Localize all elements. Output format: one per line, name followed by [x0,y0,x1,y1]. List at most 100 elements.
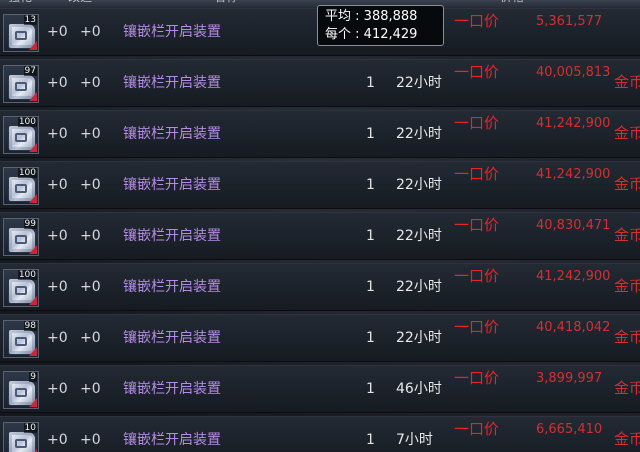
enhance-level: +0 [47,279,68,295]
list-item[interactable]: 100 +0 +0 镶嵌栏开启装置 1 22小时 一口价 41,242,900 … [0,263,640,311]
time-remaining: 22小时 [396,330,442,346]
price-value: 41,242,900 [536,116,611,131]
item-name: 镶嵌栏开启装置 [123,177,221,193]
modify-level: +0 [80,75,101,91]
time-remaining: 22小时 [396,75,442,91]
item-count: 1 [366,177,375,193]
item-quantity: 10 [23,423,37,433]
modify-level: +0 [80,432,101,448]
item-quantity: 100 [17,270,37,280]
price-type: 一口价 [454,165,500,183]
socket-mark-icon [15,286,27,295]
item-quantity: 97 [23,66,37,76]
list-item[interactable]: 9 +0 +0 镶嵌栏开启装置 1 46小时 一口价 3,899,997 金币 [0,365,640,413]
list-item[interactable]: 98 +0 +0 镶嵌栏开启装置 1 22小时 一口价 40,418,042 金… [0,314,640,362]
item-name: 镶嵌栏开启装置 [123,432,221,448]
price-type: 一口价 [454,369,500,387]
price-value: 41,242,900 [536,167,611,182]
item-icon-slot[interactable]: 98 [3,320,39,358]
modify-level: +0 [80,330,101,346]
price-type: 一口价 [454,267,500,285]
enhance-level: +0 [47,432,68,448]
price-value: 3,899,997 [536,371,603,386]
enhance-level: +0 [47,177,68,193]
item-name: 镶嵌栏开启装置 [123,75,221,91]
list-item[interactable]: 100 +0 +0 镶嵌栏开启装置 1 22小时 一口价 41,242,900 … [0,161,640,209]
time-remaining: 7小时 [396,432,433,448]
currency-label: 金币 [614,175,640,193]
price-type: 一口价 [454,114,500,132]
item-count: 1 [366,279,375,295]
time-remaining: 46小时 [396,381,442,397]
tooltip-each-value: 412,429 [363,27,418,42]
time-remaining: 22小时 [396,228,442,244]
time-remaining: 22小时 [396,279,442,295]
enhance-level: +0 [47,126,68,142]
item-name: 镶嵌栏开启装置 [123,126,221,142]
price-value: 5,361,577 [536,14,603,29]
currency-label: 金币 [614,328,640,346]
list-item[interactable]: 10 +0 +0 镶嵌栏开启装置 1 7小时 一口价 6,665,410 金币 [0,416,640,452]
price-value: 40,830,471 [536,218,611,233]
list-item[interactable]: 100 +0 +0 镶嵌栏开启装置 1 22小时 一口价 41,242,900 … [0,110,640,158]
item-icon-slot[interactable]: 100 [3,167,39,205]
tooltip-each-label: 每个 [325,27,352,42]
tooltip-average-label: 平均 [325,9,352,24]
modify-level: +0 [80,381,101,397]
price-type: 一口价 [454,318,500,336]
item-name: 镶嵌栏开启装置 [123,279,221,295]
item-quantity: 98 [23,321,37,331]
item-icon-slot[interactable]: 13 [3,14,39,52]
item-quantity: 9 [29,372,37,382]
currency-label: 金币 [614,226,640,244]
item-icon-slot[interactable]: 97 [3,65,39,103]
item-quantity: 100 [17,117,37,127]
item-name: 镶嵌栏开启装置 [123,228,221,244]
modify-level: +0 [80,126,101,142]
enhance-level: +0 [47,330,68,346]
socket-mark-icon [15,82,27,91]
item-name: 镶嵌栏开启装置 [123,24,221,40]
currency-label: 金币 [614,73,640,91]
price-type: 一口价 [454,216,500,234]
socket-mark-icon [15,388,27,397]
socket-mark-icon [15,133,27,142]
item-count: 1 [366,75,375,91]
socket-mark-icon [15,337,27,346]
item-icon-slot[interactable]: 100 [3,269,39,307]
item-count: 1 [366,228,375,244]
price-type: 一口价 [454,420,500,438]
socket-mark-icon [15,31,27,40]
item-icon-slot[interactable]: 10 [3,422,39,452]
price-type: 一口价 [454,63,500,81]
socket-mark-icon [15,439,27,448]
modify-level: +0 [80,177,101,193]
socket-mark-icon [15,235,27,244]
list-item[interactable]: 97 +0 +0 镶嵌栏开启装置 1 22小时 一口价 40,005,813 金… [0,59,640,107]
list-item[interactable]: 99 +0 +0 镶嵌栏开启装置 1 22小时 一口价 40,830,471 金… [0,212,640,260]
item-name: 镶嵌栏开启装置 [123,330,221,346]
price-tooltip: 平均 : 388,888 每个 : 412,429 [317,5,444,46]
enhance-level: +0 [47,75,68,91]
currency-label: 金币 [614,124,640,142]
modify-level: +0 [80,228,101,244]
time-remaining: 22小时 [396,126,442,142]
price-value: 40,418,042 [536,320,611,335]
tooltip-average-value: 388,888 [363,9,418,24]
price-value: 6,665,410 [536,422,603,437]
item-icon-slot[interactable]: 99 [3,218,39,256]
currency-label: 金币 [614,430,640,448]
tooltip-each-line: 每个 : 412,429 [325,27,418,42]
auction-list-window: 强化 改造 名称 价格 13 +0 +0 镶嵌栏开启装置 一口价 5,361,5… [0,0,640,452]
price-value: 40,005,813 [536,65,611,80]
item-count: 1 [366,126,375,142]
modify-level: +0 [80,279,101,295]
enhance-level: +0 [47,228,68,244]
item-icon-slot[interactable]: 9 [3,371,39,409]
item-icon-slot[interactable]: 100 [3,116,39,154]
item-count: 1 [366,330,375,346]
item-name: 镶嵌栏开启装置 [123,381,221,397]
item-quantity: 100 [17,168,37,178]
time-remaining: 22小时 [396,177,442,193]
item-quantity: 99 [23,219,37,229]
